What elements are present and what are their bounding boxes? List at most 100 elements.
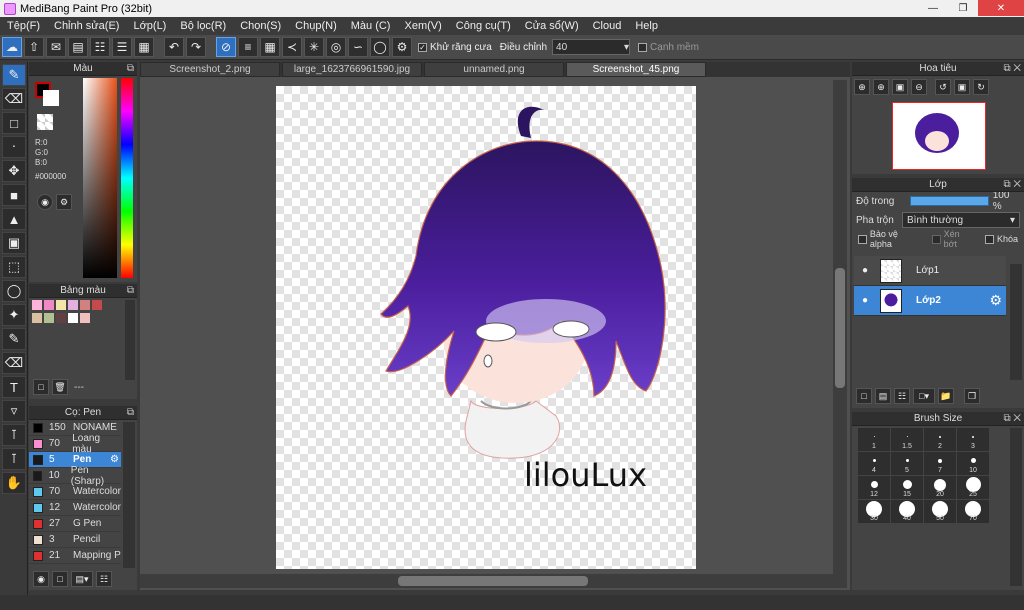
brush-item[interactable]: 3 Pencil — [29, 532, 121, 548]
snap-off-icon[interactable]: ⊘ — [216, 37, 236, 57]
menu-color[interactable]: Màu (C) — [344, 20, 398, 32]
shape-tool-icon[interactable]: □ — [2, 112, 26, 134]
brush-size-option[interactable]: 15 — [891, 476, 923, 499]
tab-document[interactable]: large_1623766961590.jpg — [282, 62, 422, 77]
visibility-icon[interactable]: ● — [858, 265, 872, 276]
snap-grid-icon[interactable]: ▦ — [260, 37, 280, 57]
palette-scrollbar[interactable] — [125, 300, 135, 380]
menu-layer[interactable]: Lớp(L) — [126, 20, 173, 32]
palette-icon[interactable]: ◉ — [37, 194, 53, 210]
palette-swatch[interactable] — [68, 300, 78, 310]
adjust-select[interactable]: 40 ▾ — [552, 39, 631, 55]
new-layer-icon[interactable]: □ — [856, 388, 872, 404]
eraser-tool-icon[interactable]: ⌫ — [2, 88, 26, 110]
hue-slider[interactable] — [121, 78, 133, 278]
brush-size-option[interactable]: 4 — [858, 452, 890, 475]
layer-item[interactable]: ● Lớp1 — [854, 256, 1006, 286]
brush-size-option[interactable]: 1.5 — [891, 428, 923, 451]
snap-parallel-icon[interactable]: ≡ — [238, 37, 258, 57]
folder-icon[interactable]: 📁 — [938, 388, 954, 404]
new-halftone-layer-icon[interactable]: ▤ — [875, 388, 891, 404]
brush-menu-icon[interactable]: ▤▾ — [71, 571, 93, 587]
navigator-preview[interactable] — [892, 102, 986, 170]
menu-select[interactable]: Chọn(S) — [233, 20, 288, 32]
brush-size-option[interactable]: 12 — [858, 476, 890, 499]
scroll-thumb[interactable] — [835, 268, 845, 388]
divide-tool-icon[interactable]: ▿ — [2, 400, 26, 422]
menu-view[interactable]: Xem(V) — [397, 20, 448, 32]
close-button[interactable]: ✕ — [978, 0, 1024, 16]
menu-help[interactable]: Help — [628, 20, 665, 32]
pipette-icon[interactable]: ⊺ — [2, 448, 26, 470]
minimize-button[interactable]: — — [918, 0, 948, 16]
text-tool-icon[interactable]: T — [2, 376, 26, 398]
lock-checkbox[interactable] — [985, 234, 994, 244]
palette-swatch[interactable] — [32, 313, 42, 323]
duplicate-layer-icon[interactable]: ❐ — [964, 388, 980, 404]
palette-swatch[interactable] — [80, 300, 90, 310]
color-settings-icon[interactable]: ⚙ — [56, 194, 72, 210]
brush-item[interactable]: 10 Pen (Sharp) — [29, 465, 121, 487]
add-layer-menu-icon[interactable]: □▾ — [913, 388, 935, 404]
tab-document[interactable]: Screenshot_2.png — [140, 62, 280, 77]
gear-icon[interactable]: ⚙ — [989, 292, 1002, 309]
brush-tool-icon[interactable]: ✎ — [2, 64, 26, 86]
popout-icon[interactable]: ⧉ — [127, 407, 134, 418]
brush-item[interactable]: 27 G Pen — [29, 516, 121, 532]
opacity-slider[interactable] — [909, 196, 989, 206]
menu-file[interactable]: Tệp(F) — [0, 20, 47, 32]
brush-size-option[interactable]: 70 — [957, 500, 989, 523]
rotate-left-icon[interactable]: ↺ — [935, 79, 951, 95]
cloud-icon[interactable]: ☁ — [2, 37, 22, 57]
brush-size-option[interactable]: 2 — [924, 428, 956, 451]
move-tool-icon[interactable]: ✥ — [2, 160, 26, 182]
clipping-checkbox[interactable] — [931, 234, 941, 244]
menu-filter[interactable]: Bộ lọc(R) — [173, 20, 233, 32]
brush-size-option[interactable]: 25 — [957, 476, 989, 499]
snap-radial-icon[interactable]: ✳ — [304, 37, 324, 57]
palette-swatch[interactable] — [80, 313, 90, 323]
snap-perspective-icon[interactable]: ≺ — [282, 37, 302, 57]
share-icon[interactable]: ⇧ — [24, 37, 44, 57]
layer-scrollbar[interactable] — [1010, 264, 1022, 380]
snap-concentric-icon[interactable]: ◎ — [326, 37, 346, 57]
brush-scrollbar[interactable] — [123, 422, 135, 568]
layer-item-selected[interactable]: ● Lớp2 ⚙ — [854, 286, 1006, 316]
popout-icon[interactable]: ⧉ ✕ — [1003, 413, 1021, 424]
menu-edit[interactable]: Chỉnh sửa(E) — [47, 20, 126, 32]
brush-item[interactable]: 12 Watercolor — [29, 500, 121, 516]
zoom-out-icon[interactable]: ⊖ — [911, 79, 927, 95]
drawing-canvas[interactable]: lilouLux — [276, 86, 696, 569]
bucket-tool-icon[interactable]: ▲ — [2, 208, 26, 230]
popout-icon[interactable]: ⧉ ✕ — [1003, 179, 1021, 190]
zoom-in-icon[interactable]: ⊕ — [873, 79, 889, 95]
fit-icon[interactable]: ▣ — [892, 79, 908, 95]
brush-size-option[interactable]: 50 — [924, 500, 956, 523]
new-8bit-layer-icon[interactable]: ☷ — [894, 388, 910, 404]
tab-document-active[interactable]: Screenshot_45.png — [566, 62, 706, 77]
dot-tool-icon[interactable]: ⋅ — [2, 136, 26, 158]
comment-icon[interactable]: ✉ — [46, 37, 66, 57]
palette-swatch[interactable] — [68, 313, 78, 323]
redo-icon[interactable]: ↷ — [186, 37, 206, 57]
brush-size-option[interactable]: 1 — [858, 428, 890, 451]
new-brush-icon[interactable]: □ — [52, 571, 68, 587]
add-brush-icon[interactable]: ◉ — [33, 571, 49, 587]
select-pen-icon[interactable]: ✎ — [2, 328, 26, 350]
brush-size-scrollbar[interactable] — [1010, 428, 1022, 586]
magic-wand-icon[interactable]: ✦ — [2, 304, 26, 326]
popout-icon[interactable]: ⧉ ✕ — [1003, 63, 1021, 74]
tab-document[interactable]: unnamed.png — [424, 62, 564, 77]
brush-size-option[interactable]: 3 — [957, 428, 989, 451]
snap-circle-icon[interactable]: ◯ — [370, 37, 390, 57]
menu-tools[interactable]: Công cụ(T) — [449, 20, 518, 32]
gear-icon[interactable]: ⚙ — [110, 454, 119, 465]
popout-icon[interactable]: ⧉ — [127, 285, 134, 296]
scroll-thumb[interactable] — [398, 576, 588, 586]
delete-palette-icon[interactable]: 🗑 — [52, 379, 68, 395]
menu-cloud[interactable]: Cloud — [586, 20, 629, 32]
hand-tool-icon[interactable]: ✋ — [2, 472, 26, 494]
antialias-checkbox[interactable]: ✓ Khử răng cưa — [418, 42, 492, 53]
fill-rect-tool-icon[interactable]: ■ — [2, 184, 26, 206]
new-palette-icon[interactable]: □ — [33, 379, 49, 395]
